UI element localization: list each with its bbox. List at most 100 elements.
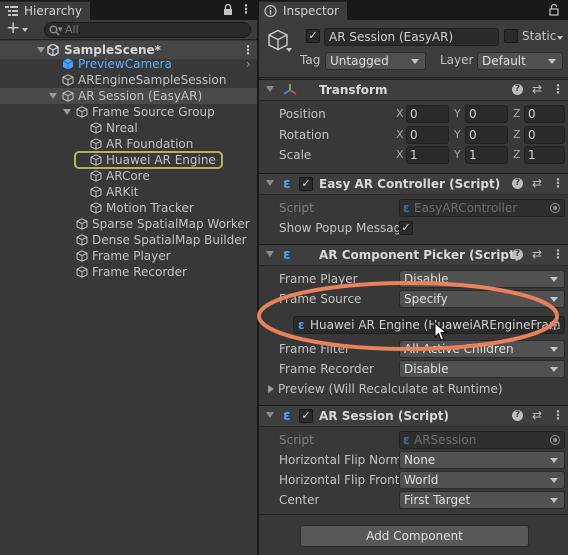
preset-icon[interactable]: ⇄: [532, 409, 544, 421]
active-checkbox[interactable]: ✓: [306, 29, 320, 43]
rotation-x-input[interactable]: 0: [406, 126, 449, 144]
hierarchy-item-motion-tracker[interactable]: Motion Tracker: [0, 200, 257, 216]
object-name-field[interactable]: AR Session (EasyAR): [324, 28, 499, 46]
foldout-arrow-icon[interactable]: [266, 412, 274, 418]
axis-z-label[interactable]: Z: [513, 105, 521, 123]
center-value: First Target: [404, 493, 471, 507]
tab-hierarchy-label: Hierarchy: [24, 4, 83, 18]
hflip-front-dropdown[interactable]: World: [399, 471, 565, 489]
preset-icon[interactable]: ⇄: [532, 248, 544, 260]
preset-icon[interactable]: ⇄: [532, 83, 544, 95]
layer-label: Layer: [440, 53, 474, 67]
layer-dropdown[interactable]: Default: [477, 52, 563, 70]
component-enabled-checkbox[interactable]: ✓: [299, 177, 313, 191]
axis-y-label[interactable]: Y: [454, 146, 461, 164]
hflip-front-label: Horizontal Flip Front: [279, 473, 399, 487]
more-menu-icon[interactable]: ⋮: [552, 83, 564, 95]
show-popup-checkbox[interactable]: ✓: [399, 221, 413, 235]
ar-component-picker-header[interactable]: ɛ AR Component Picker (Script) ? ⇄ ⋮: [259, 244, 568, 266]
hierarchy-item-frame-recorder[interactable]: Frame Recorder: [0, 264, 257, 280]
axis-x-label[interactable]: X: [396, 105, 404, 123]
position-y-input[interactable]: 0: [465, 105, 508, 123]
tab-inspector[interactable]: Inspector: [259, 1, 347, 20]
gameobject-cube-icon: [62, 90, 74, 102]
static-checkbox[interactable]: [504, 29, 518, 43]
hierarchy-item-label: AR Foundation: [106, 137, 194, 151]
hierarchy-item-dense-spatialmap-builder[interactable]: Dense SpatialMap Builder: [0, 232, 257, 248]
gameobject-cube-icon: [90, 122, 102, 134]
foldout-arrow-icon[interactable]: [266, 180, 274, 186]
axis-y-label[interactable]: Y: [454, 126, 461, 144]
more-menu-icon[interactable]: ⋮: [552, 409, 564, 421]
rotation-y-input[interactable]: 0: [465, 126, 508, 144]
hierarchy-menu-icon[interactable]: ⋮: [240, 2, 252, 16]
hierarchy-item-ar-session[interactable]: AR Session (EasyAR): [0, 88, 257, 104]
frame-source-dropdown[interactable]: Specify: [399, 290, 565, 308]
hierarchy-search-input[interactable]: ▾ All: [44, 22, 251, 38]
help-icon[interactable]: ?: [512, 178, 523, 189]
chevron-right-icon[interactable]: ›: [246, 56, 251, 72]
hflip-normal-dropdown[interactable]: None: [399, 451, 565, 469]
easyar-controller-header[interactable]: ɛ ✓ Easy AR Controller (Script) ? ⇄ ⋮: [259, 173, 568, 195]
hierarchy-item-ar-foundation[interactable]: AR Foundation: [0, 136, 257, 152]
help-icon[interactable]: ?: [512, 249, 523, 260]
frame-filter-dropdown[interactable]: All Active Children: [399, 340, 565, 358]
chevron-down-icon[interactable]: [286, 48, 292, 52]
preset-icon[interactable]: ⇄: [532, 177, 544, 189]
static-label: Static: [522, 29, 557, 43]
preview-foldout[interactable]: Preview (Will Recalculate at Runtime): [259, 380, 568, 398]
scale-y-input[interactable]: 1: [465, 146, 508, 164]
axis-x-label[interactable]: X: [396, 146, 404, 164]
foldout-arrow-icon[interactable]: [266, 251, 274, 257]
chevron-down-icon: [550, 277, 558, 282]
lock-icon[interactable]: [223, 4, 233, 16]
gameobject-cube-icon: [76, 234, 88, 246]
add-component-button[interactable]: Add Component: [300, 525, 529, 547]
chevron-down-icon: [550, 458, 558, 463]
script-value: ARSession: [414, 433, 477, 447]
hierarchy-item-nreal[interactable]: Nreal: [0, 120, 257, 136]
expand-arrow-icon[interactable]: [49, 93, 57, 99]
add-object-button[interactable]: +: [6, 18, 34, 38]
frame-player-dropdown[interactable]: Disable: [399, 270, 565, 288]
axis-z-label[interactable]: Z: [513, 126, 521, 144]
position-x-input[interactable]: 0: [406, 105, 449, 123]
more-menu-icon[interactable]: ⋮: [552, 248, 564, 260]
more-menu-icon[interactable]: ⋮: [552, 177, 564, 189]
hierarchy-item-huawei-ar-engine[interactable]: Huawei AR Engine: [0, 151, 257, 169]
object-picker-icon[interactable]: [550, 320, 560, 330]
center-label: Center: [279, 493, 320, 507]
ar-session-header[interactable]: ɛ ✓ AR Session (Script) ? ⇄ ⋮: [259, 405, 568, 427]
rotation-z-input[interactable]: 0: [524, 126, 565, 144]
transform-header[interactable]: Transform ? ⇄ ⋮: [259, 79, 568, 101]
preview-label: Preview (Will Recalculate at Runtime): [278, 382, 503, 396]
expand-arrow-icon[interactable]: [37, 47, 45, 53]
axis-y-label[interactable]: Y: [454, 105, 461, 123]
object-picker-icon: [550, 435, 560, 445]
component-enabled-checkbox[interactable]: ✓: [299, 409, 313, 423]
foldout-arrow-icon[interactable]: [266, 86, 274, 92]
hierarchy-item-arcore[interactable]: ARCore: [0, 168, 257, 184]
tag-value: Untagged: [330, 54, 389, 68]
hierarchy-item-arenginesamplesession[interactable]: AREngineSampleSession: [0, 72, 257, 88]
frame-source-object-field[interactable]: ɛ Huawei AR Engine (HuaweiAREngineFram: [293, 316, 565, 334]
lock-icon[interactable]: [549, 4, 559, 16]
hierarchy-item-frame-source-group[interactable]: Frame Source Group: [0, 104, 257, 120]
help-icon[interactable]: ?: [512, 410, 523, 421]
axis-x-label[interactable]: X: [396, 126, 404, 144]
static-dropdown-icon[interactable]: [557, 36, 563, 40]
hierarchy-item-previewcamera[interactable]: PreviewCamera ›: [0, 56, 257, 72]
position-z-input[interactable]: 0: [524, 105, 565, 123]
scale-x-input[interactable]: 1: [406, 146, 449, 164]
tag-dropdown[interactable]: Untagged: [325, 52, 426, 70]
frame-recorder-dropdown[interactable]: Disable: [399, 360, 565, 378]
expand-arrow-icon[interactable]: [63, 109, 71, 115]
hierarchy-item-arkit[interactable]: ARKit: [0, 184, 257, 200]
help-icon[interactable]: ?: [512, 84, 523, 95]
hierarchy-item-frame-player[interactable]: Frame Player: [0, 248, 257, 264]
axis-z-label[interactable]: Z: [513, 146, 521, 164]
center-dropdown[interactable]: First Target: [399, 491, 565, 509]
easyar-controller-title: Easy AR Controller (Script): [319, 177, 501, 191]
scale-z-input[interactable]: 1: [524, 146, 565, 164]
hierarchy-item-sparse-spatialmap-worker[interactable]: Sparse SpatialMap Worker: [0, 216, 257, 232]
